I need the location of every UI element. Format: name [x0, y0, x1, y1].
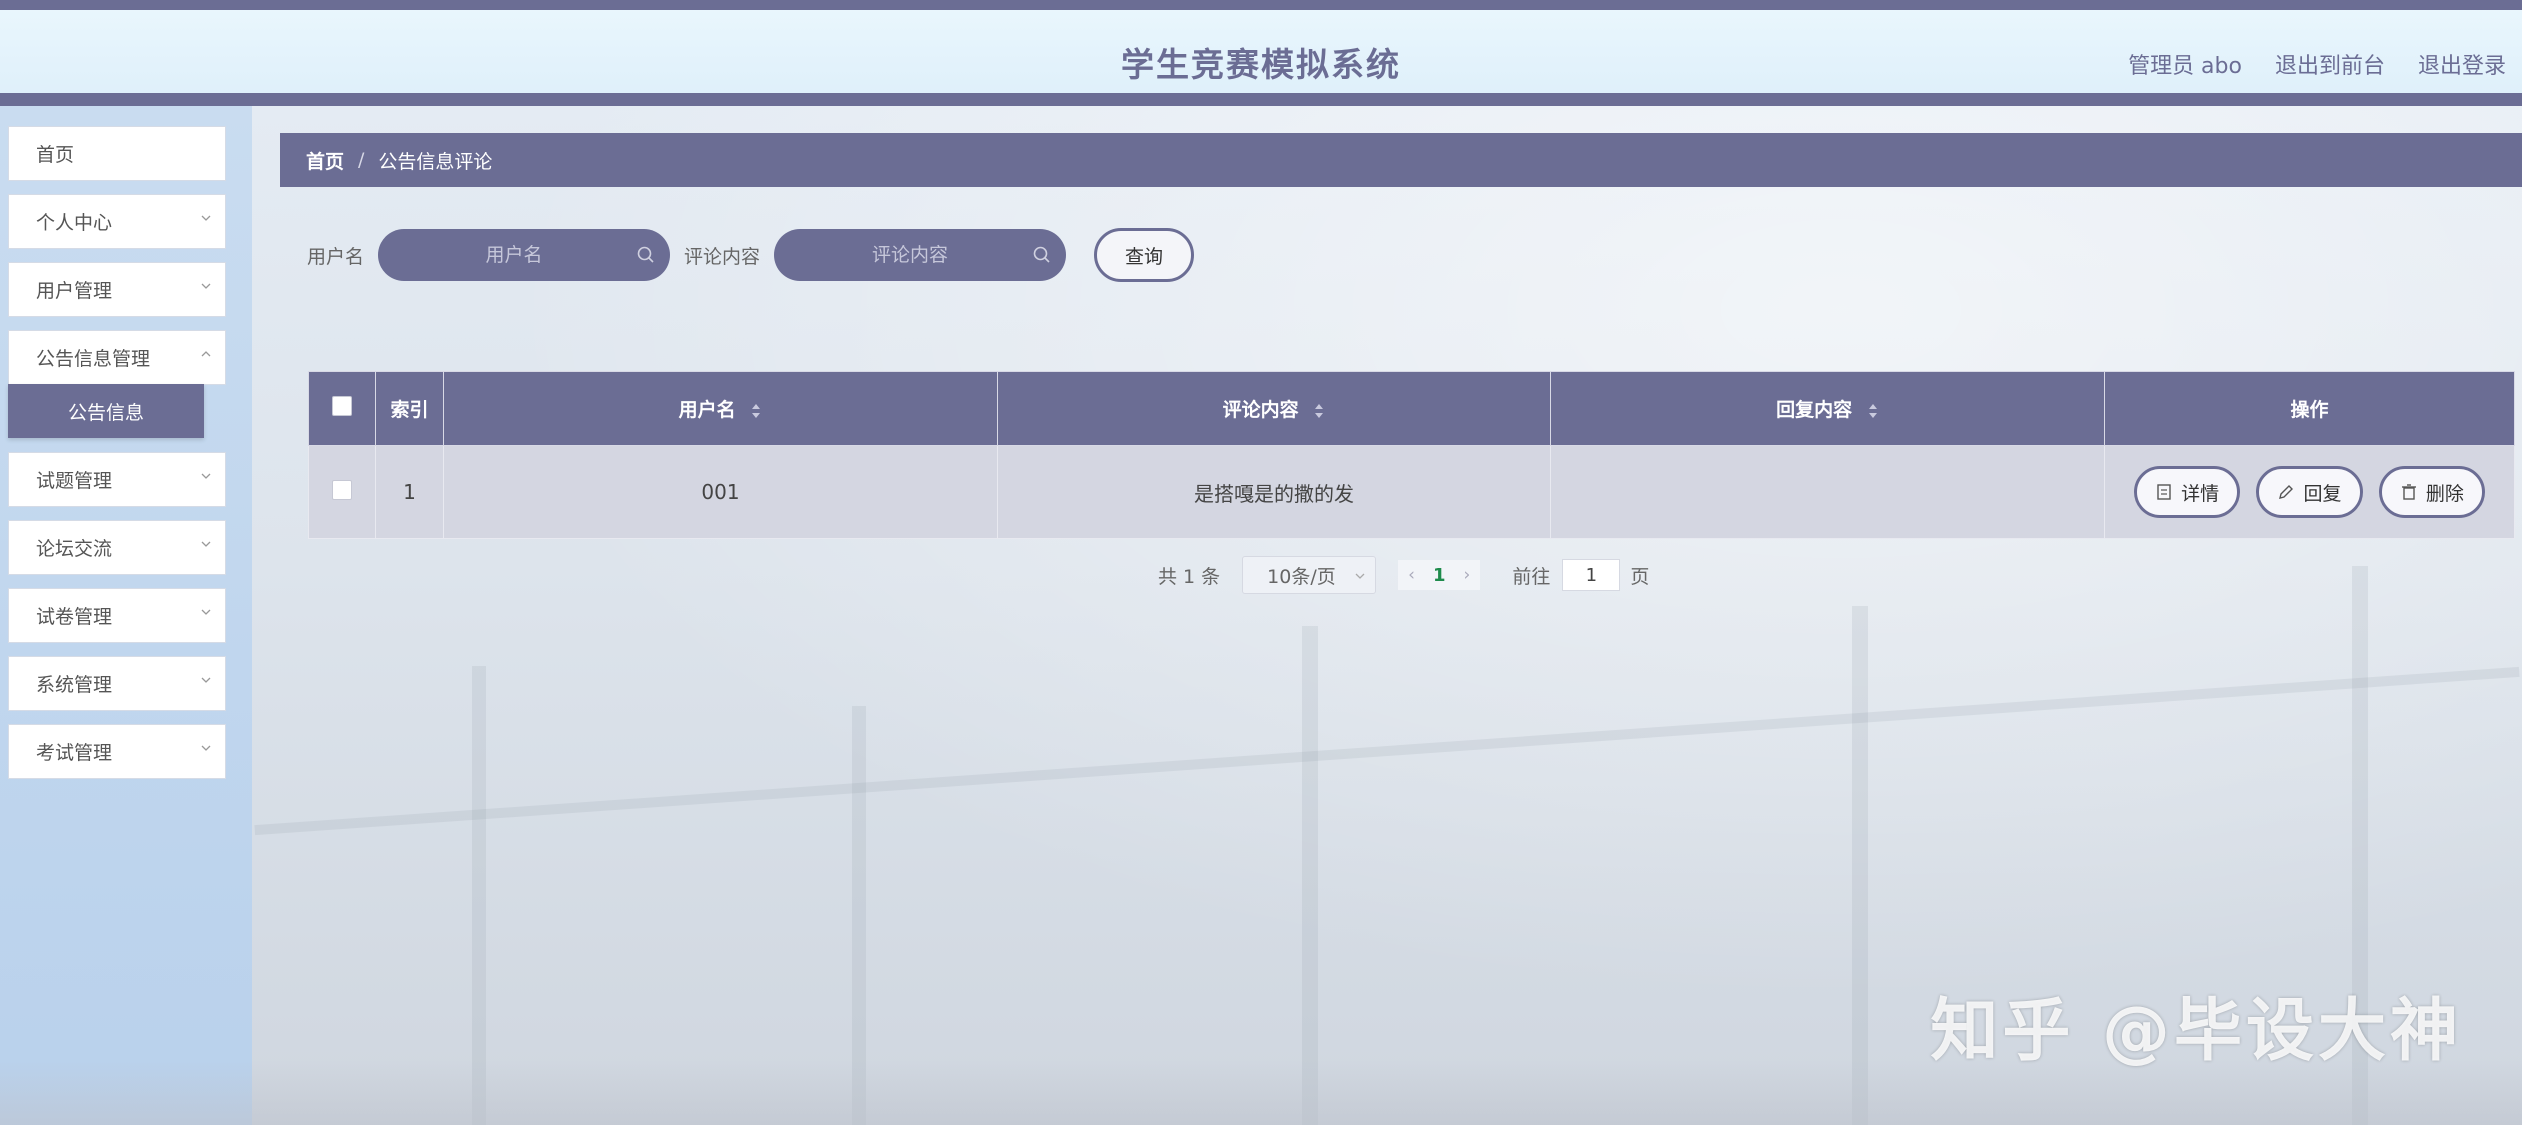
reply-header[interactable]: 回复内容	[1550, 371, 2105, 446]
sidebar-item-system-management[interactable]: 系统管理	[8, 656, 226, 711]
logout-link[interactable]: 退出登录	[2418, 48, 2506, 80]
sidebar-item-home[interactable]: 首页	[8, 126, 226, 181]
exit-to-front-link[interactable]: 退出到前台	[2275, 48, 2385, 80]
sidebar-item-forum[interactable]: 论坛交流	[8, 520, 226, 575]
header-label: 评论内容	[1222, 399, 1299, 421]
prev-page-button[interactable]: ‹	[1408, 565, 1415, 585]
chevron-down-icon	[201, 283, 211, 289]
detail-button[interactable]: 详情	[2134, 466, 2241, 518]
row-checkbox[interactable]	[332, 479, 352, 500]
watermark: 知乎 @毕设大神	[1930, 992, 2462, 1071]
username-label: 用户名	[307, 245, 365, 268]
sidebar-item-label: 首页	[36, 144, 75, 166]
trash-icon	[2401, 484, 2416, 500]
app-header: 学生竞赛模拟系统 管理员 abo 退出到前台 退出登录	[0, 10, 2522, 93]
background-fence-post	[1852, 606, 1868, 1125]
chevron-down-icon	[201, 215, 211, 221]
sidebar-item-label: 系统管理	[36, 674, 113, 696]
search-bar: 用户名 评论内容 查询	[307, 228, 1195, 282]
page-size-value: 10条/页	[1267, 565, 1336, 588]
select-all-header	[308, 371, 376, 446]
table-row: 1 001 是搭嘎是的撒的发 详情 回复 删除	[308, 445, 2515, 539]
username-header[interactable]: 用户名	[443, 371, 998, 446]
detail-button-label: 详情	[2181, 482, 2220, 505]
delete-button-label: 删除	[2425, 482, 2464, 505]
breadcrumb-home[interactable]: 首页	[306, 147, 344, 174]
sidebar-item-label: 个人中心	[36, 212, 113, 234]
actions-cell: 详情 回复 删除	[2104, 445, 2515, 539]
breadcrumb-separator: /	[358, 149, 365, 171]
header-links: 管理员 abo 退出到前台 退出登录	[2128, 48, 2506, 80]
chevron-down-icon	[201, 677, 211, 683]
sidebar-item-paper-management[interactable]: 试卷管理	[8, 588, 226, 643]
chevron-down-icon	[1355, 573, 1365, 579]
goto-suffix-label: 页	[1630, 565, 1650, 588]
sidebar: 首页 个人中心 用户管理 公告信息管理 公告信息 试题管理 论坛交流 试卷管理 …	[0, 106, 252, 1125]
table-header-row: 索引 用户名 评论内容 回复内容 操作	[308, 371, 2515, 446]
goto-label: 前往	[1512, 565, 1551, 588]
top-accent-bar	[0, 0, 2522, 10]
background-fence-post	[1302, 626, 1318, 1125]
document-icon	[2157, 484, 2171, 500]
sidebar-item-notice-management[interactable]: 公告信息管理	[8, 330, 226, 385]
reply-button[interactable]: 回复	[2256, 466, 2363, 518]
reply-cell	[1550, 445, 2105, 539]
breadcrumb: 首页 / 公告信息评论	[280, 133, 2522, 187]
content-label: 评论内容	[684, 245, 761, 268]
username-cell: 001	[443, 445, 998, 539]
chevron-down-icon	[201, 541, 211, 547]
header-label: 用户名	[678, 399, 736, 421]
chevron-down-icon	[201, 745, 211, 751]
total-count: 共 1 条	[1158, 565, 1221, 588]
sidebar-item-question-management[interactable]: 试题管理	[8, 452, 226, 507]
chevron-down-icon	[201, 609, 211, 615]
sort-icon	[752, 403, 761, 418]
select-all-checkbox[interactable]	[332, 396, 352, 416]
goto-page-input[interactable]	[1562, 559, 1621, 591]
row-select-cell	[308, 445, 376, 539]
edit-icon	[2279, 485, 2294, 499]
sidebar-item-personal-center[interactable]: 个人中心	[8, 194, 226, 249]
actions-header: 操作	[2104, 371, 2515, 446]
sort-icon	[1868, 403, 1877, 418]
content-cell: 是搭嘎是的撒的发	[997, 445, 1551, 539]
chevron-down-icon	[201, 473, 211, 479]
page-size-select[interactable]: 10条/页	[1242, 556, 1377, 594]
page-navigator: ‹ 1 ›	[1398, 560, 1481, 590]
next-page-button[interactable]: ›	[1464, 565, 1471, 585]
background-fence-wire	[254, 666, 2520, 836]
comments-table: 索引 用户名 评论内容 回复内容 操作 1 001 是搭嘎是的撒的发 详情 回复…	[308, 371, 2515, 539]
search-icon	[1033, 246, 1050, 263]
admin-user-label: 管理员 abo	[2128, 54, 2242, 79]
content-input[interactable]	[774, 229, 1067, 281]
username-search-field[interactable]	[378, 229, 671, 281]
delete-button[interactable]: 删除	[2378, 466, 2485, 518]
search-icon	[637, 246, 654, 263]
reply-button-label: 回复	[2303, 482, 2342, 505]
content-header[interactable]: 评论内容	[997, 371, 1551, 446]
sidebar-item-label: 试卷管理	[36, 606, 113, 628]
header-label: 回复内容	[1776, 399, 1853, 421]
sidebar-item-label: 考试管理	[36, 742, 113, 764]
sidebar-item-label: 论坛交流	[36, 538, 113, 560]
header-bottom-bar	[0, 93, 2522, 106]
page-number-current[interactable]: 1	[1433, 565, 1446, 586]
chevron-up-icon	[201, 351, 211, 357]
sidebar-item-label: 用户管理	[36, 280, 113, 302]
pagination: 共 1 条 10条/页 ‹ 1 › 前往 页	[1158, 555, 1649, 595]
sidebar-subitem-notice-info[interactable]: 公告信息	[8, 384, 204, 438]
sidebar-item-label: 公告信息管理	[36, 348, 151, 370]
sidebar-item-exam-management[interactable]: 考试管理	[8, 724, 226, 779]
sort-icon	[1315, 403, 1324, 418]
background-fence-post	[472, 666, 486, 1125]
index-cell: 1	[375, 445, 444, 539]
breadcrumb-current: 公告信息评论	[378, 150, 493, 173]
query-button[interactable]: 查询	[1094, 228, 1195, 282]
sidebar-item-user-management[interactable]: 用户管理	[8, 262, 226, 317]
index-header: 索引	[375, 371, 444, 446]
content-search-field[interactable]	[774, 229, 1067, 281]
sidebar-item-label: 试题管理	[36, 470, 113, 492]
username-input[interactable]	[378, 229, 671, 281]
